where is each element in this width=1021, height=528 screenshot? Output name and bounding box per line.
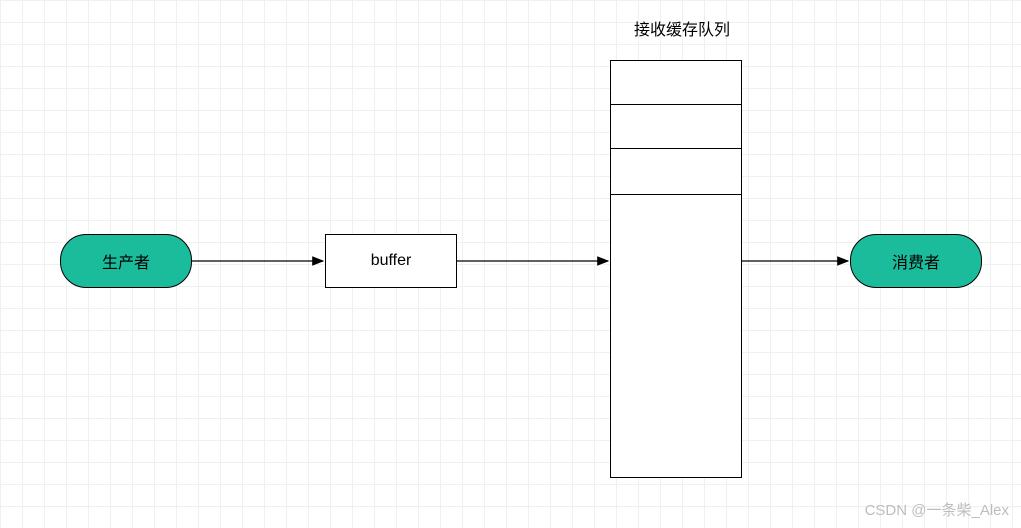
consumer-label: 消费者 bbox=[892, 249, 940, 273]
producer-node: 生产者 bbox=[60, 234, 192, 288]
producer-label: 生产者 bbox=[102, 249, 150, 273]
queue-segment bbox=[611, 195, 741, 257]
queue-segment bbox=[611, 149, 741, 195]
consumer-node: 消费者 bbox=[850, 234, 982, 288]
queue-segment bbox=[611, 61, 741, 105]
buffer-label: buffer bbox=[371, 252, 412, 270]
queue-node bbox=[610, 60, 742, 478]
buffer-node: buffer bbox=[325, 234, 457, 288]
watermark-text: CSDN @一条柴_Alex bbox=[865, 499, 1009, 520]
queue-title: 接收缓存队列 bbox=[634, 16, 730, 40]
queue-segment bbox=[611, 105, 741, 149]
